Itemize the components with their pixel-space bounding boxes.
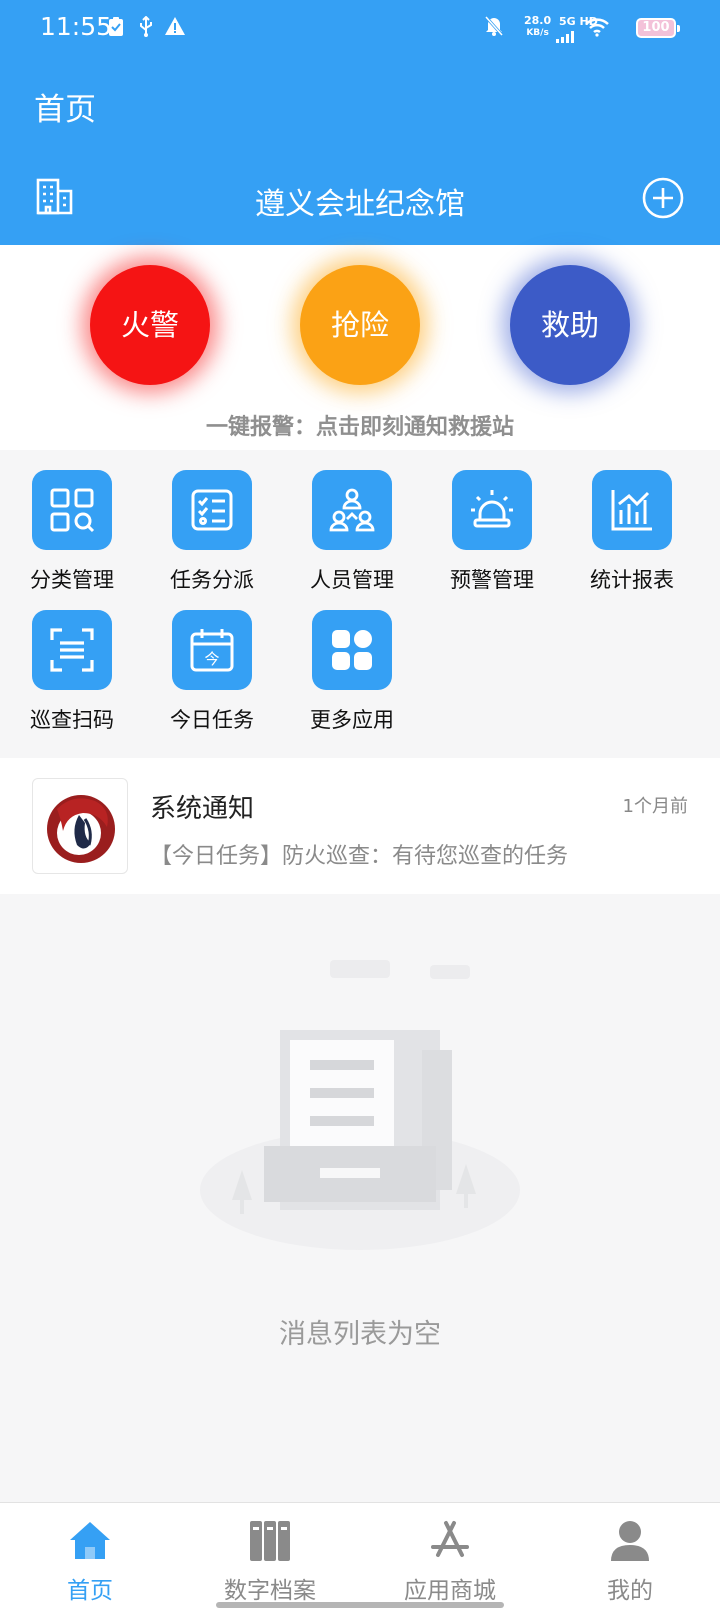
notice-time: 1个月前 — [622, 796, 688, 817]
usb-icon — [138, 15, 154, 42]
app-today-tasks[interactable]: 今 今日任务 — [140, 590, 284, 732]
app-store-icon — [428, 1519, 472, 1567]
status-time: 11:55 — [40, 12, 113, 41]
category-icon — [32, 470, 112, 550]
notice-logo — [32, 778, 128, 874]
app-label: 今日任务 — [170, 708, 254, 732]
app-statistics-report[interactable]: 统计报表 — [560, 450, 704, 592]
org-name[interactable]: 遵义会址纪念馆 — [0, 179, 720, 223]
add-circle-icon[interactable] — [642, 177, 684, 223]
empty-document-illustration — [190, 960, 530, 1284]
warning-icon — [164, 16, 186, 40]
app-category-management[interactable]: 分类管理 — [0, 450, 144, 592]
chart-icon — [592, 470, 672, 550]
task-list-icon — [172, 470, 252, 550]
home-icon — [68, 1519, 112, 1567]
notice-body: 【今日任务】防火巡查：有待您巡查的任务 — [150, 844, 569, 869]
nav-mine[interactable]: 我的 — [540, 1503, 720, 1612]
app-label: 统计报表 — [590, 568, 674, 592]
app-more-apps[interactable]: 更多应用 — [280, 590, 424, 732]
app-patrol-scan[interactable]: 巡查扫码 — [0, 590, 144, 732]
archive-icon — [248, 1519, 292, 1567]
net-speed: 28.0 KB/s — [524, 15, 551, 39]
nav-digital-archive[interactable]: 数字档案 — [180, 1503, 360, 1612]
notice-title: 系统通知 — [150, 794, 255, 824]
home-indicator[interactable] — [216, 1602, 504, 1608]
net-speed-unit: KB/s — [526, 28, 549, 38]
screen: 11:55 28.0 KB/s 5G HD 100 首页 遵义会址纪念馆 火警 … — [0, 0, 720, 1612]
svg-text:今: 今 — [204, 650, 219, 668]
clipboard-check-icon — [108, 16, 124, 41]
app-grid: 分类管理 任务分派 人员管理 预警管理 统计报表 巡查扫码 今 今日任务 更多应… — [0, 450, 720, 758]
app-label: 更多应用 — [310, 708, 394, 732]
system-notice-item[interactable]: 系统通知 1个月前 【今日任务】防火巡查：有待您巡查的任务 — [0, 758, 720, 894]
app-label: 巡查扫码 — [30, 708, 114, 732]
fire-alarm-button[interactable]: 火警 — [90, 265, 210, 385]
nav-label: 数字档案 — [224, 1578, 316, 1604]
more-apps-icon — [312, 610, 392, 690]
mute-bell-icon — [484, 15, 504, 41]
app-alert-management[interactable]: 预警管理 — [420, 450, 564, 592]
net-speed-value: 28.0 — [524, 14, 552, 27]
page-title: 首页 — [34, 92, 96, 128]
rescue-aid-button[interactable]: 救助 — [510, 265, 630, 385]
alarm-light-icon — [452, 470, 532, 550]
nav-label: 应用商城 — [404, 1578, 496, 1604]
wifi-icon — [584, 17, 610, 41]
battery-indicator: 100 — [636, 18, 680, 38]
alarm-hint: 一键报警：点击即刻通知救援站 — [205, 415, 514, 440]
user-icon — [608, 1519, 652, 1567]
emergency-panel: 火警 抢险 救助 一键报警：点击即刻通知救援站 — [0, 245, 720, 450]
app-label: 预警管理 — [450, 568, 534, 592]
emergency-repair-button[interactable]: 抢险 — [300, 265, 420, 385]
app-task-dispatch[interactable]: 任务分派 — [140, 450, 284, 592]
bottom-nav: 首页 数字档案 应用商城 我的 — [0, 1502, 720, 1612]
nav-app-store[interactable]: 应用商城 — [360, 1503, 540, 1612]
app-personnel-management[interactable]: 人员管理 — [280, 450, 424, 592]
calendar-today-icon: 今 — [172, 610, 252, 690]
scan-icon — [32, 610, 112, 690]
nav-label: 我的 — [607, 1578, 653, 1604]
header: 11:55 28.0 KB/s 5G HD 100 首页 遵义会址纪念馆 — [0, 0, 720, 245]
signal-icon — [556, 28, 576, 47]
nav-label: 首页 — [67, 1578, 113, 1604]
people-icon — [312, 470, 392, 550]
status-bar: 11:55 28.0 KB/s 5G HD 100 — [0, 0, 720, 56]
empty-state-text: 消息列表为空 — [279, 1319, 441, 1350]
nav-home[interactable]: 首页 — [0, 1503, 180, 1612]
